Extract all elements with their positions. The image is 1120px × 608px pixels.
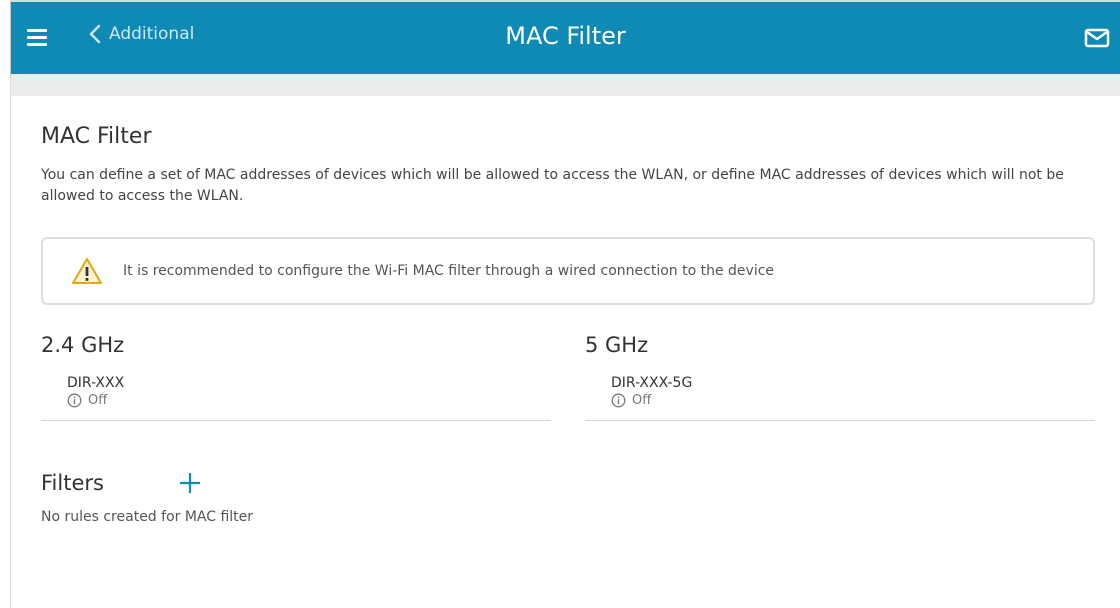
status-label: Off bbox=[88, 393, 108, 408]
bands-section: 2.4 GHz DIR-XXX Off 5 GHz DIR-XXX-5G Off bbox=[41, 333, 1096, 421]
left-frame bbox=[0, 0, 11, 608]
status-row: Off bbox=[611, 393, 1095, 408]
ssid-label: DIR-XXX bbox=[67, 375, 125, 391]
status-row: Off bbox=[67, 393, 551, 408]
plus-icon bbox=[179, 473, 200, 493]
section-description: You can define a set of MAC addresses of… bbox=[41, 167, 1064, 204]
band-2-4ghz: 2.4 GHz DIR-XXX Off bbox=[41, 333, 551, 421]
band-title: 2.4 GHz bbox=[41, 333, 125, 357]
status-label: Off bbox=[632, 393, 652, 408]
top-bar: Additional MAC Filter bbox=[11, 0, 1120, 74]
warning-banner: It is recommended to configure the Wi-Fi… bbox=[41, 237, 1095, 305]
mail-icon[interactable] bbox=[1084, 28, 1110, 52]
filters-title: Filters bbox=[41, 471, 104, 495]
filters-header: Filters bbox=[41, 471, 1096, 495]
sub-header-strip bbox=[11, 74, 1120, 96]
page-title: MAC Filter bbox=[505, 22, 626, 50]
empty-filters-text: No rules created for MAC filter bbox=[41, 509, 254, 525]
band-title: 5 GHz bbox=[585, 333, 649, 357]
network-item[interactable]: DIR-XXX-5G Off bbox=[585, 375, 1095, 421]
info-icon bbox=[67, 393, 82, 408]
main-content: MAC Filter You can define a set of MAC a… bbox=[41, 96, 1096, 525]
warning-icon bbox=[72, 258, 102, 284]
warning-text: It is recommended to configure the Wi-Fi… bbox=[123, 263, 775, 279]
section-heading: MAC Filter bbox=[41, 124, 152, 149]
add-filter-button[interactable] bbox=[178, 471, 202, 495]
ssid-label: DIR-XXX-5G bbox=[611, 375, 693, 391]
network-item[interactable]: DIR-XXX Off bbox=[41, 375, 551, 421]
band-5ghz: 5 GHz DIR-XXX-5G Off bbox=[585, 333, 1095, 421]
info-icon bbox=[611, 393, 626, 408]
